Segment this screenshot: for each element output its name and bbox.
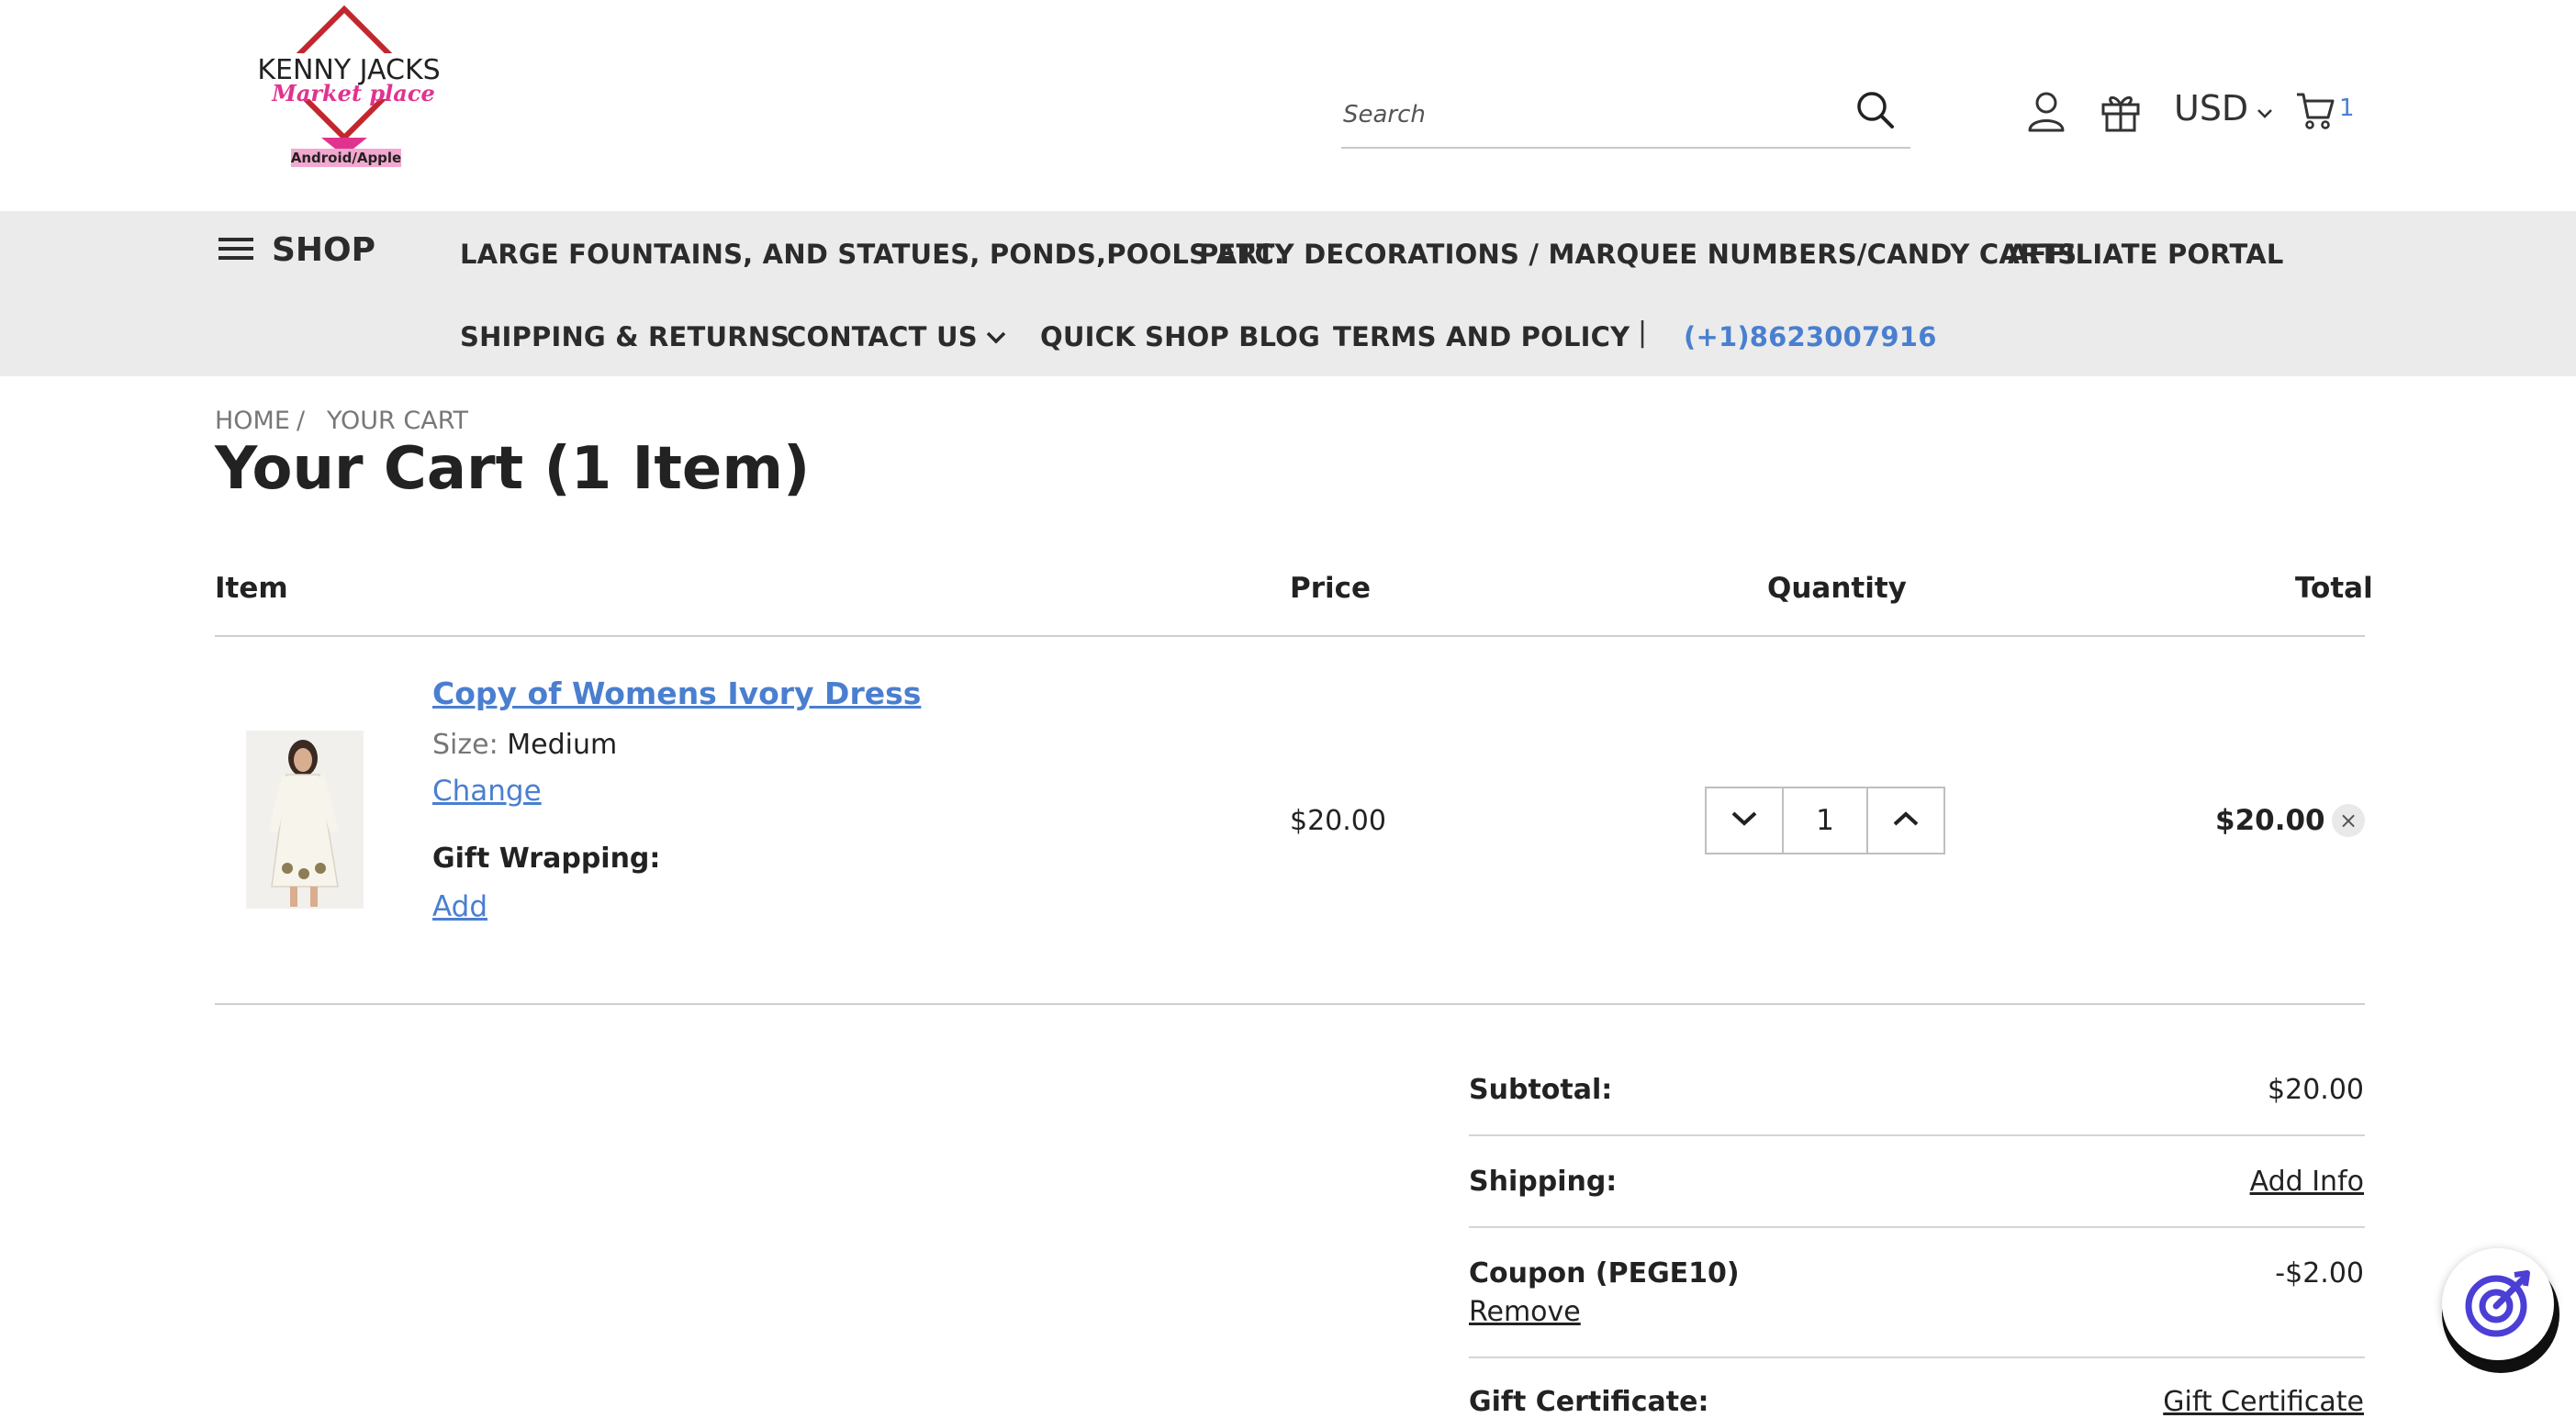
totals-divider xyxy=(1469,1357,2365,1358)
breadcrumb-current: YOUR CART xyxy=(327,407,468,435)
column-header-total: Total xyxy=(2295,572,2373,605)
nav-item-contact-us[interactable]: CONTACT US xyxy=(787,321,1007,352)
search-input[interactable] xyxy=(1341,92,1839,138)
store-logo[interactable]: KENNY JACKS Market place Android/Apple xyxy=(234,0,454,174)
page-title: Your Cart (1 Item) xyxy=(215,435,811,503)
product-size: Size: Medium xyxy=(432,729,617,761)
coupon-value: -$2.00 xyxy=(2275,1257,2364,1290)
subtotal-value: $20.00 xyxy=(2268,1074,2364,1106)
column-header-quantity: Quantity xyxy=(1767,572,1907,605)
coupon-remove-link[interactable]: Remove xyxy=(1469,1296,1581,1328)
column-header-price: Price xyxy=(1290,572,1372,605)
gift-icon[interactable] xyxy=(2100,90,2142,136)
quantity-stepper: 1 xyxy=(1705,787,1945,854)
totals-divider xyxy=(1469,1134,2365,1136)
nav-item-party-decorations[interactable]: PARTY DECORATIONS / MARQUEE NUMBERS/CAND… xyxy=(1199,239,2077,270)
shipping-label: Shipping: xyxy=(1469,1166,1618,1198)
shipping-add-info-link[interactable]: Add Info xyxy=(2250,1166,2364,1198)
column-header-item: Item xyxy=(215,572,288,605)
item-price: $20.00 xyxy=(1290,805,1386,837)
nav-divider: | xyxy=(1638,317,1648,349)
search-bar xyxy=(1341,84,1910,149)
size-value: Medium xyxy=(507,729,618,761)
currency-selector[interactable]: USD xyxy=(2174,88,2274,128)
nav-phone-link[interactable]: (+1)8623007916 xyxy=(1684,321,1937,352)
breadcrumb-separator: / xyxy=(297,407,306,435)
logo-line3: Android/Apple xyxy=(291,150,401,166)
size-label: Size: xyxy=(432,729,498,761)
gift-certificate-link[interactable]: Gift Certificate xyxy=(2163,1386,2364,1418)
quantity-decrease-button[interactable] xyxy=(1707,788,1782,853)
target-icon xyxy=(2459,1264,2537,1345)
remove-item-button[interactable]: × xyxy=(2332,804,2365,837)
gift-certificate-label: Gift Certificate: xyxy=(1469,1386,1709,1418)
product-name-link[interactable]: Copy of Womens Ivory Dress xyxy=(432,676,921,711)
coupon-label: Coupon (PEGE10) xyxy=(1469,1257,1740,1290)
nav-item-shipping-returns[interactable]: SHIPPING & RETURNS xyxy=(460,321,790,352)
nav-item-fountains[interactable]: LARGE FOUNTAINS, AND STATUES, PONDS,POOL… xyxy=(460,239,1284,270)
nav-item-quick-shop-blog[interactable]: QUICK SHOP BLOG xyxy=(1040,321,1320,352)
quantity-increase-button[interactable] xyxy=(1868,788,1943,853)
shop-label: SHOP xyxy=(272,231,376,269)
chevron-down-icon xyxy=(1730,809,1759,832)
cart-count-badge[interactable]: 1 xyxy=(2339,95,2355,122)
contact-us-label: CONTACT US xyxy=(787,321,978,352)
totals-divider xyxy=(1469,1226,2365,1228)
nav-item-terms-policy[interactable]: TERMS AND POLICY xyxy=(1333,321,1630,352)
close-icon: × xyxy=(2338,808,2358,833)
hamburger-icon xyxy=(218,235,255,266)
breadcrumb-home[interactable]: HOME xyxy=(215,407,290,435)
gift-wrapping-label: Gift Wrapping: xyxy=(432,843,661,875)
site-header: KENNY JACKS Market place Android/Apple S… xyxy=(0,0,2576,211)
table-divider xyxy=(215,1003,2365,1005)
add-gift-wrapping-link[interactable]: Add xyxy=(432,890,487,923)
logo-line2: Market place xyxy=(271,80,434,106)
cart-icon[interactable] xyxy=(2295,90,2335,134)
search-icon[interactable] xyxy=(1854,88,1899,134)
item-total: $20.00 xyxy=(2215,804,2325,837)
chevron-down-icon xyxy=(985,321,1007,352)
quantity-input[interactable]: 1 xyxy=(1782,788,1868,853)
account-icon[interactable] xyxy=(2025,90,2067,136)
chevron-down-icon xyxy=(2256,88,2274,128)
currency-label: USD xyxy=(2174,88,2249,128)
shop-menu-button[interactable]: SHOP xyxy=(218,231,375,269)
chat-widget-button[interactable] xyxy=(2442,1248,2554,1360)
subtotal-label: Subtotal: xyxy=(1469,1074,1613,1106)
table-divider xyxy=(215,635,2365,637)
nav-item-affiliate-portal[interactable]: AFFILIATE PORTAL xyxy=(2008,239,2284,270)
chevron-up-icon xyxy=(1891,809,1921,832)
product-image[interactable] xyxy=(246,731,364,909)
change-options-link[interactable]: Change xyxy=(432,775,542,808)
